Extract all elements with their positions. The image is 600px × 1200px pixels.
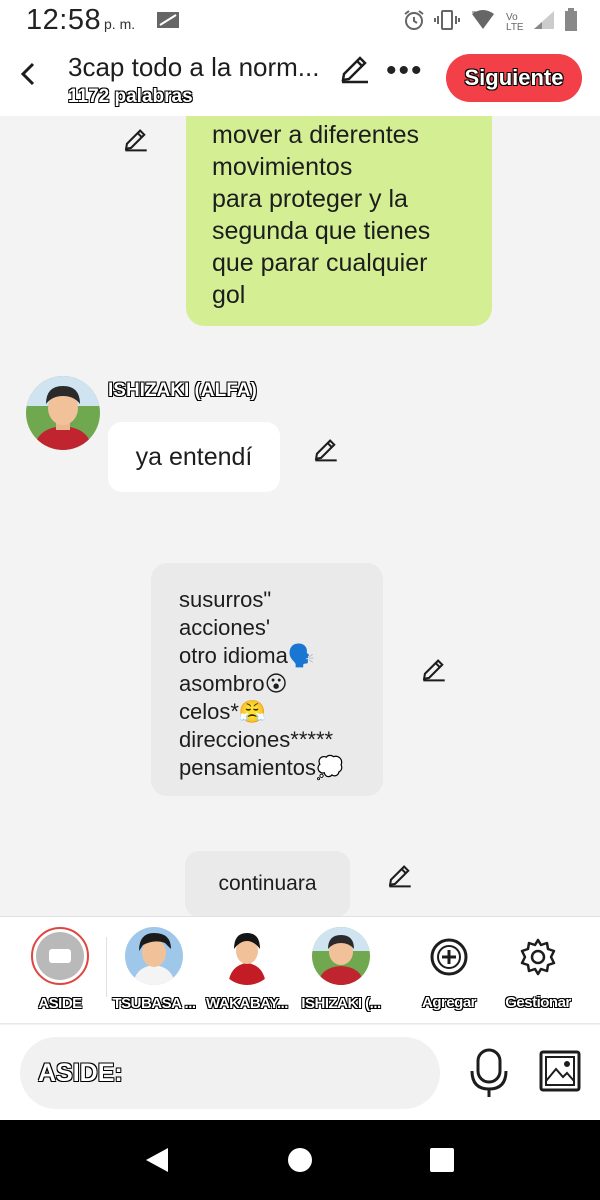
edit-message-button[interactable]	[122, 124, 150, 152]
nav-back-button[interactable]	[144, 1146, 170, 1179]
edit-title-button[interactable]	[338, 50, 372, 84]
circle-home-icon	[288, 1148, 312, 1172]
image-icon	[539, 1050, 581, 1092]
message-text: mover a diferentes movimientos para prot…	[212, 121, 431, 309]
notification-icon	[156, 10, 180, 35]
signal-icon	[532, 9, 556, 36]
pencil-icon	[422, 659, 445, 682]
pencil-icon	[314, 439, 337, 462]
character-label: ISHIZAKI (...	[301, 995, 381, 1012]
avatar[interactable]	[26, 376, 100, 450]
message-bubble-aside[interactable]: susurros" acciones' otro idioma🗣️ asombr…	[151, 563, 383, 796]
status-time: 12:58	[26, 4, 102, 36]
pencil-icon	[341, 56, 368, 84]
speaker-name: ISHIZAKI (ALFA)	[108, 380, 257, 401]
character-label: TSUBASA ...	[112, 995, 196, 1012]
character-label: WAKABAY...	[206, 995, 288, 1012]
nav-home-button[interactable]	[287, 1146, 313, 1179]
word-count: 1172 palabras	[68, 86, 193, 107]
character-wakabayashi[interactable]: WAKABAY...	[202, 927, 292, 1012]
status-ampm: p. m.	[104, 16, 136, 32]
tsubasa-avatar-image	[125, 927, 183, 985]
pencil-icon	[124, 129, 147, 152]
character-tsubasa[interactable]: TSUBASA ...	[109, 927, 199, 1012]
status-bar: 12:58 p. m. Vo LTE	[0, 0, 600, 44]
aside-selected-ring	[31, 927, 89, 985]
next-button[interactable]: Siguiente	[446, 54, 582, 102]
square-recents-icon	[430, 1148, 454, 1172]
voice-input-button[interactable]	[468, 1047, 510, 1099]
wifi-icon	[468, 8, 498, 37]
message-bubble-dialogue[interactable]: ya entendí	[108, 422, 280, 492]
avatar	[218, 927, 276, 985]
compose-bar: ASIDE:	[0, 1025, 600, 1120]
add-circle-icon	[430, 938, 468, 976]
message-bubble-narration[interactable]: mover a diferentes movimientos para prot…	[186, 116, 492, 326]
system-nav-bar	[0, 1120, 600, 1200]
chat-area[interactable]: mover a diferentes movimientos para prot…	[0, 116, 600, 916]
alarm-icon	[402, 8, 426, 37]
ishizaki-avatar-image	[26, 376, 100, 450]
character-selector: ASIDE TSUBASA ... WAKABAY... ISHIZAKI (.…	[0, 916, 600, 1024]
avatar	[312, 927, 370, 985]
manage-characters-button[interactable]: Gestionar	[493, 927, 583, 1011]
aside-line: susurros"	[179, 587, 272, 612]
more-options-button[interactable]: •••	[386, 56, 424, 86]
edit-message-button[interactable]	[386, 860, 414, 888]
status-icons: Vo LTE	[402, 8, 578, 37]
aside-line: acciones'	[179, 615, 271, 640]
chevron-left-icon	[20, 62, 35, 86]
editor-header: 3cap todo a la norm... 1172 palabras •••…	[0, 44, 600, 116]
pencil-icon	[388, 865, 411, 888]
aside-line: pensamientos💭	[179, 755, 344, 780]
microphone-icon	[470, 1048, 508, 1097]
wakabayashi-avatar-image	[218, 927, 276, 985]
aside-line: otro idioma🗣️	[179, 643, 316, 668]
character-label: Agregar	[421, 994, 477, 1011]
insert-image-button[interactable]	[538, 1049, 582, 1093]
character-aside[interactable]: ASIDE	[15, 927, 105, 1012]
character-label: ASIDE	[38, 995, 82, 1012]
aside-line: asombro😮	[179, 671, 288, 696]
triangle-back-icon	[146, 1148, 168, 1172]
gear-icon	[520, 938, 556, 976]
character-ishizaki[interactable]: ISHIZAKI (...	[296, 927, 386, 1012]
ishizaki-avatar-image	[312, 927, 370, 985]
volte-label: Vo LTE	[506, 11, 524, 33]
character-label: Gestionar	[505, 994, 571, 1011]
aside-line: celos*😤	[179, 699, 267, 724]
add-character-button[interactable]: Agregar	[404, 927, 494, 1011]
chat-bubble-icon	[49, 949, 71, 963]
nav-recents-button[interactable]	[429, 1146, 455, 1179]
aside-line: direcciones*****	[179, 727, 334, 752]
divider	[106, 937, 107, 997]
message-bubble-aside[interactable]: continuara	[185, 851, 350, 916]
avatar	[125, 927, 183, 985]
edit-message-button[interactable]	[420, 654, 448, 682]
back-button[interactable]	[12, 58, 44, 90]
battery-icon	[564, 8, 578, 37]
edit-message-button[interactable]	[312, 434, 340, 462]
vibrate-icon	[434, 8, 460, 37]
message-input[interactable]: ASIDE:	[20, 1037, 440, 1109]
story-title[interactable]: 3cap todo a la norm...	[68, 52, 319, 83]
